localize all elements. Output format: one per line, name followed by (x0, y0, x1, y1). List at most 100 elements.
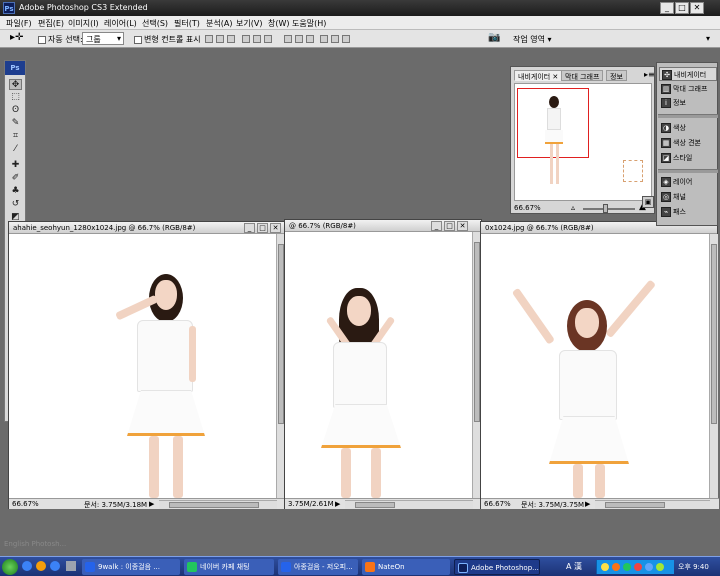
doc1-horizontal-thumb[interactable] (169, 502, 259, 508)
quicklaunch-ie-icon[interactable] (22, 561, 32, 571)
doc3-vertical-thumb[interactable] (711, 244, 717, 424)
navigator-zoom-slider[interactable] (583, 208, 635, 210)
dock-layers[interactable]: ◈ 레이어 (659, 175, 717, 189)
dock-channels[interactable]: ◎ 채널 (659, 190, 717, 204)
align-bottom-icon[interactable] (227, 35, 235, 43)
stamp-tool[interactable]: ♣ (9, 186, 22, 197)
doc3-horizontal-scrollbar[interactable] (595, 500, 710, 509)
tab-histogram[interactable]: 막대 그래프 (561, 70, 604, 81)
doc1-zoom-level[interactable]: 66.67% (12, 500, 39, 508)
doc3-zoom-level[interactable]: 66.67% (484, 500, 511, 508)
quicklaunch-ie2-icon[interactable] (50, 561, 60, 571)
doc2-horizontal-thumb[interactable] (355, 502, 395, 508)
start-button[interactable] (2, 559, 18, 575)
dock-separator[interactable] (658, 169, 718, 173)
distribute-top-icon[interactable] (284, 35, 292, 43)
navigator-preview[interactable] (514, 83, 652, 201)
zoom-out-icon[interactable]: ▵ (571, 203, 575, 212)
dock-styles[interactable]: ◪ 스타일 (659, 151, 717, 165)
doc1-horizontal-scrollbar[interactable] (159, 500, 277, 509)
dock-info[interactable]: i 정보 (659, 96, 717, 110)
dock-paths[interactable]: ⌁ 패스 (659, 205, 717, 219)
menu-help[interactable]: 도움말(H) (292, 18, 326, 29)
navigator-zoom-value[interactable]: 66.67% (514, 204, 541, 212)
marquee-tool[interactable]: ⬚ (9, 92, 22, 103)
collapse-panels-icon[interactable]: ▣ (642, 196, 654, 208)
lasso-tool[interactable]: ʘ (9, 105, 22, 116)
doc2-status-arrow-icon[interactable]: ▶ (335, 500, 340, 508)
taskbar-item-naver-chat[interactable]: 네이버 카페 채팅 (184, 559, 274, 575)
doc2-close-button[interactable]: ✕ (457, 221, 468, 231)
doc1-maximize-button[interactable]: □ (257, 223, 268, 233)
dock-color[interactable]: ◑ 색상 (659, 121, 717, 135)
distribute-vcenter-icon[interactable] (295, 35, 303, 43)
auto-select-checkbox[interactable]: 자동 선택: (38, 34, 83, 45)
navigator-zoom-thumb[interactable] (603, 204, 608, 213)
doc3-vertical-scrollbar[interactable] (709, 234, 718, 498)
quick-select-tool[interactable]: ✎ (9, 118, 22, 129)
menu-layer[interactable]: 레이어(L) (104, 18, 137, 29)
doc3-status-arrow-icon[interactable]: ▶ (585, 500, 590, 508)
distribute-left-icon[interactable] (320, 35, 328, 43)
close-button[interactable]: ✕ (690, 2, 704, 14)
menu-file[interactable]: 파일(F) (6, 18, 32, 29)
maximize-button[interactable]: □ (675, 2, 689, 14)
dock-swatches[interactable]: ▦ 색상 견본 (659, 136, 717, 150)
doc1-status-arrow-icon[interactable]: ▶ (149, 500, 154, 508)
move-tool-icon[interactable]: ▸✛ (10, 32, 23, 43)
menu-select[interactable]: 선택(S) (142, 18, 168, 29)
document-window-2[interactable]: @ 66.7% (RGB/8#) _ □ ✕ 3.75M/2.61M ▶ (284, 219, 483, 509)
document-canvas-1[interactable] (9, 234, 276, 498)
taskbar-item-ajong[interactable]: 아종걸음 - 저오피... (278, 559, 358, 575)
align-top-icon[interactable] (205, 35, 213, 43)
move-tool[interactable]: ✥ (9, 79, 22, 90)
healing-tool[interactable]: ✚ (9, 160, 22, 171)
doc1-minimize-button[interactable]: _ (244, 223, 255, 233)
doc3-horizontal-thumb[interactable] (605, 502, 665, 508)
quicklaunch-desktop-icon[interactable] (66, 561, 76, 571)
distribute-bottom-icon[interactable] (306, 35, 314, 43)
camera-icon[interactable]: 📷 (488, 32, 500, 43)
taskbar-item-nateon[interactable]: NateOn (362, 559, 450, 575)
show-transform-checkbox[interactable]: 변형 컨트롤 표시 (134, 34, 201, 45)
distribute-hcenter-icon[interactable] (331, 35, 339, 43)
document-window-3[interactable]: 0x1024.jpg @ 66.7% (RGB/8#) 66.67% 문서: 3… (480, 221, 719, 509)
document-canvas-3[interactable] (481, 234, 709, 498)
menu-window[interactable]: 창(W) (268, 18, 290, 29)
ime-indicator[interactable]: A 漢 (566, 559, 582, 575)
menu-filter[interactable]: 필터(T) (174, 18, 200, 29)
tab-navigator[interactable]: 내비게이터 ✕ (514, 70, 563, 81)
doc1-close-button[interactable]: ✕ (270, 223, 281, 233)
workspace-menu[interactable]: 작업 영역 ▾ (513, 34, 552, 45)
tray-icon-3[interactable] (623, 563, 631, 571)
align-vcenter-icon[interactable] (216, 35, 224, 43)
dock-histogram[interactable]: ▥ 막대 그래프 (659, 82, 717, 96)
tray-icon-1[interactable] (601, 563, 609, 571)
align-left-icon[interactable] (242, 35, 250, 43)
brush-tool[interactable]: ✐ (9, 173, 22, 184)
distribute-right-icon[interactable] (342, 35, 350, 43)
menu-image[interactable]: 이미지(I) (68, 18, 99, 29)
minimize-button[interactable]: _ (660, 2, 674, 14)
menu-edit[interactable]: 편집(E) (38, 18, 64, 29)
menu-analysis[interactable]: 분석(A) (206, 18, 232, 29)
crop-tool[interactable]: ⌗ (9, 131, 22, 142)
doc2-maximize-button[interactable]: □ (444, 221, 455, 231)
taskbar-item-photoshop[interactable]: Adobe Photoshop... (454, 559, 540, 575)
document-canvas-2[interactable] (285, 232, 472, 498)
auto-select-dropdown[interactable]: 그룹 ▾ (82, 32, 124, 45)
menu-view[interactable]: 보기(V) (236, 18, 262, 29)
dock-separator[interactable] (658, 114, 718, 118)
tray-icon-2[interactable] (612, 563, 620, 571)
taskbar-item-9walk[interactable]: 9walk : 이종걸음 ... (82, 559, 180, 575)
align-right-icon[interactable] (264, 35, 272, 43)
history-brush-tool[interactable]: ↺ (9, 199, 22, 210)
options-close-icon[interactable]: ▾ (706, 34, 710, 43)
tray-icon-4[interactable] (634, 563, 642, 571)
dock-navigator[interactable]: ✣ 내비게이터 (659, 67, 717, 81)
quicklaunch-app-icon[interactable] (36, 561, 46, 571)
align-hcenter-icon[interactable] (253, 35, 261, 43)
tray-icon-6[interactable] (656, 563, 664, 571)
document-window-1[interactable]: ahahie_seohyun_1280x1024.jpg @ 66.7% (RG… (8, 221, 287, 509)
tray-icon-5[interactable] (645, 563, 653, 571)
